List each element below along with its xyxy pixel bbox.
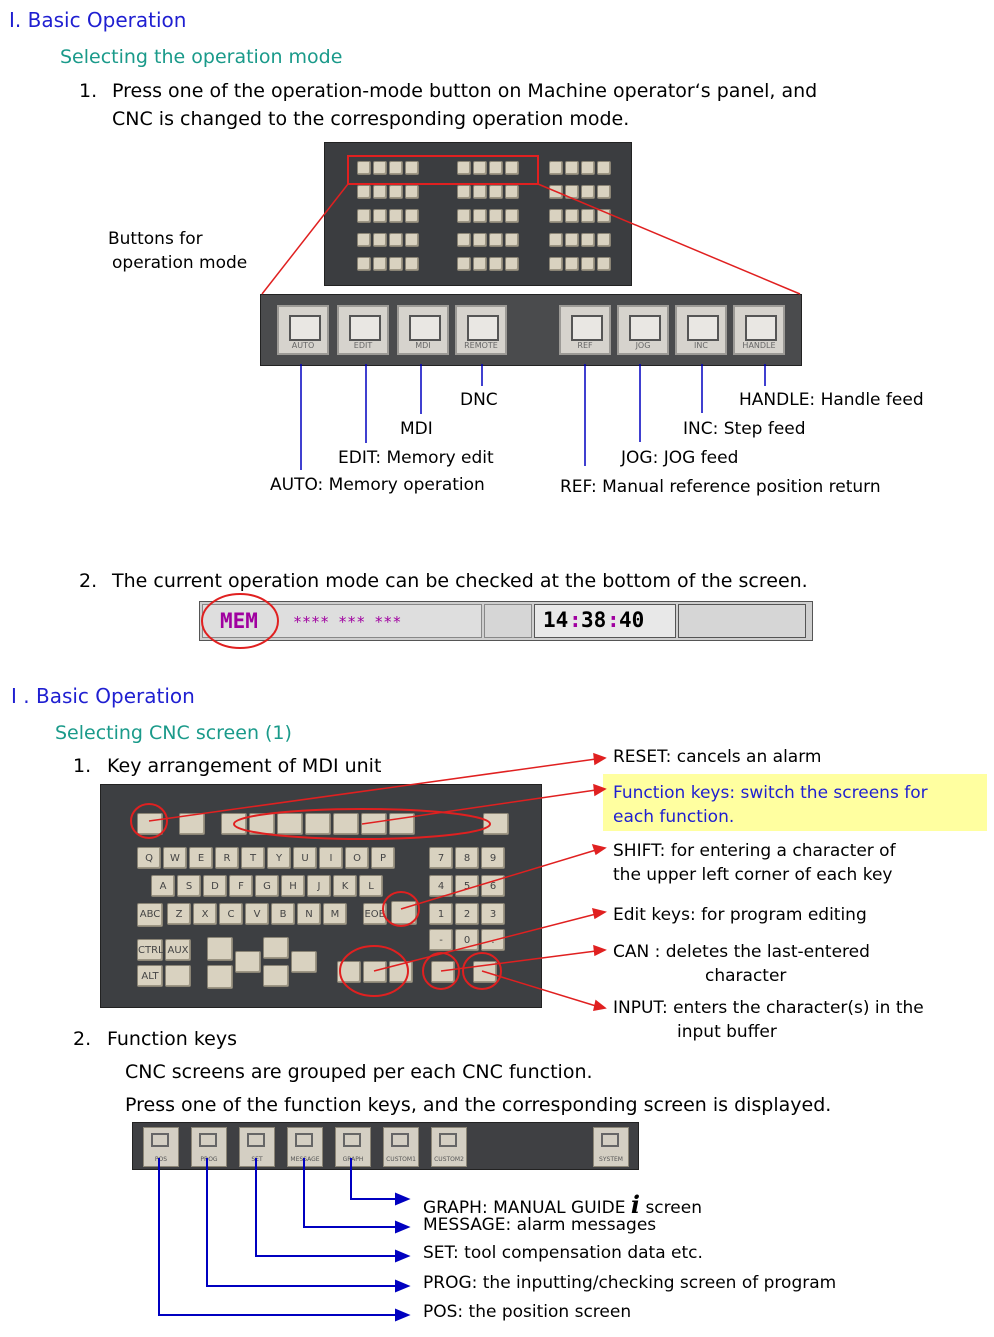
- function-key-callout-lines: [158, 1158, 411, 1322]
- message-callout: MESSAGE: alarm messages: [423, 1215, 657, 1235]
- pos-callout: POS: the position screen: [423, 1302, 632, 1322]
- prog-callout: PROG: the inputting/checking screen of p…: [423, 1273, 837, 1293]
- set-callout: SET: tool compensation data etc.: [423, 1243, 703, 1263]
